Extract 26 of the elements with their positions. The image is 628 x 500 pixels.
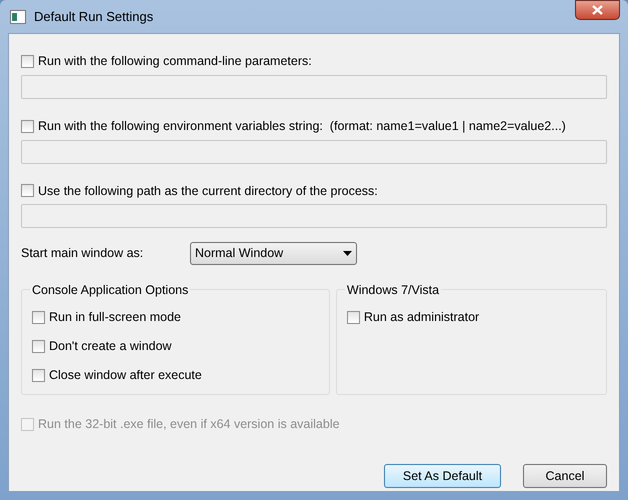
field-label: Start main window as: [21, 245, 144, 262]
checkbox[interactable] [21, 184, 34, 198]
checkbox-label[interactable]: Run with the following command-line parameters: [38, 52, 312, 71]
caret-icon [343, 251, 352, 256]
checkbox[interactable] [21, 54, 34, 68]
window-title: Default Run Settings [34, 8, 154, 26]
checkbox-label[interactable]: Use the following path as the current directory of the process: [38, 182, 378, 200]
checkbox-label[interactable]: Run as administrator [364, 308, 480, 327]
checkbox-label[interactable]: Run in full-screen mode [49, 308, 182, 327]
close-button[interactable] [575, 0, 620, 20]
close-icon [592, 4, 603, 14]
dialog-button[interactable]: Cancel [523, 464, 607, 488]
checkbox[interactable] [21, 120, 34, 133]
dialog-button[interactable]: Set As Default [384, 464, 501, 488]
checkbox-label[interactable]: Run with the following environment variables string: (format: name1=value1 | name2=value2...) [38, 116, 566, 136]
checkbox[interactable] [32, 311, 45, 324]
checkbox-label[interactable]: Close window after execute [49, 366, 202, 384]
window-mode-dropdown[interactable]: Normal Window [190, 242, 357, 266]
checkbox[interactable] [32, 340, 45, 353]
checkbox[interactable] [346, 311, 360, 324]
checkbox-label[interactable]: Don't create a window [49, 337, 172, 356]
input-field[interactable] [21, 74, 607, 99]
input-field[interactable] [21, 140, 607, 164]
app-icon [10, 10, 26, 24]
checkbox[interactable] [32, 368, 45, 382]
input-field[interactable] [21, 204, 607, 228]
